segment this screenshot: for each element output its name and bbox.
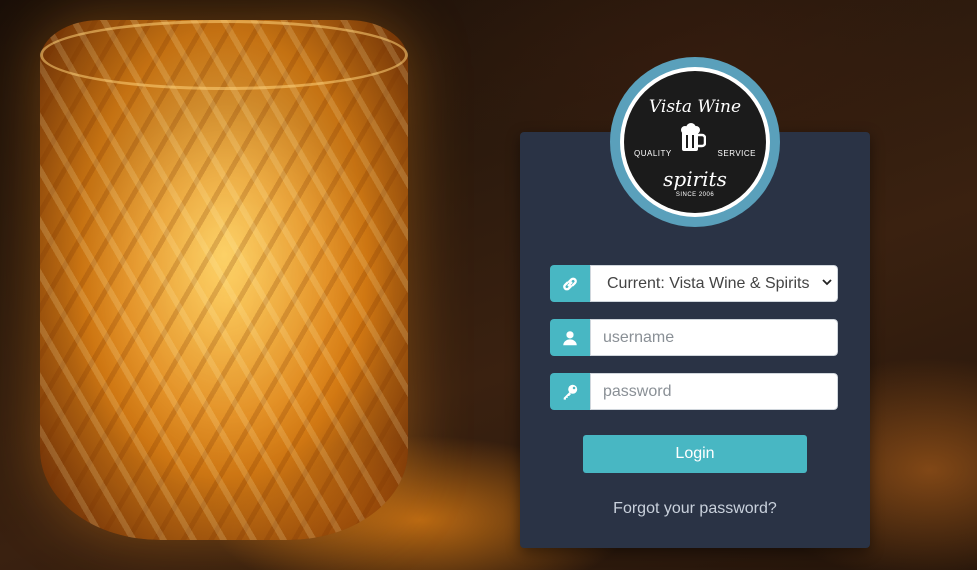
store-select[interactable]: Current: Vista Wine & Spirits	[590, 265, 838, 302]
username-group	[550, 319, 838, 356]
store-select-wrapper: Current: Vista Wine & Spirits	[590, 265, 838, 302]
logo-ring: Vista Wine QUALITY SERVICE spirits SINCE…	[620, 67, 770, 217]
brand-logo: Vista Wine QUALITY SERVICE spirits SINCE…	[610, 57, 780, 227]
logo-right-text: SERVICE	[717, 149, 756, 158]
logo-subtitle: spirits	[663, 167, 727, 191]
forgot-password-link[interactable]: Forgot your password?	[520, 500, 870, 518]
logo-title: Vista Wine	[648, 97, 742, 117]
user-icon	[550, 319, 590, 356]
password-group	[550, 373, 838, 410]
key-icon	[550, 373, 590, 410]
logo-since: SINCE 2006	[675, 192, 715, 198]
login-button[interactable]: Login	[583, 435, 807, 473]
logo-left-text: QUALITY	[634, 149, 672, 158]
link-icon	[550, 265, 590, 302]
glass-rim	[40, 20, 408, 90]
username-input[interactable]	[590, 319, 838, 356]
whiskey-glass-image	[40, 20, 408, 540]
password-input[interactable]	[590, 373, 838, 410]
store-select-group: Current: Vista Wine & Spirits	[550, 265, 838, 302]
beer-mug-icon	[681, 123, 706, 151]
logo-badge: Vista Wine QUALITY SERVICE spirits SINCE…	[624, 71, 766, 213]
